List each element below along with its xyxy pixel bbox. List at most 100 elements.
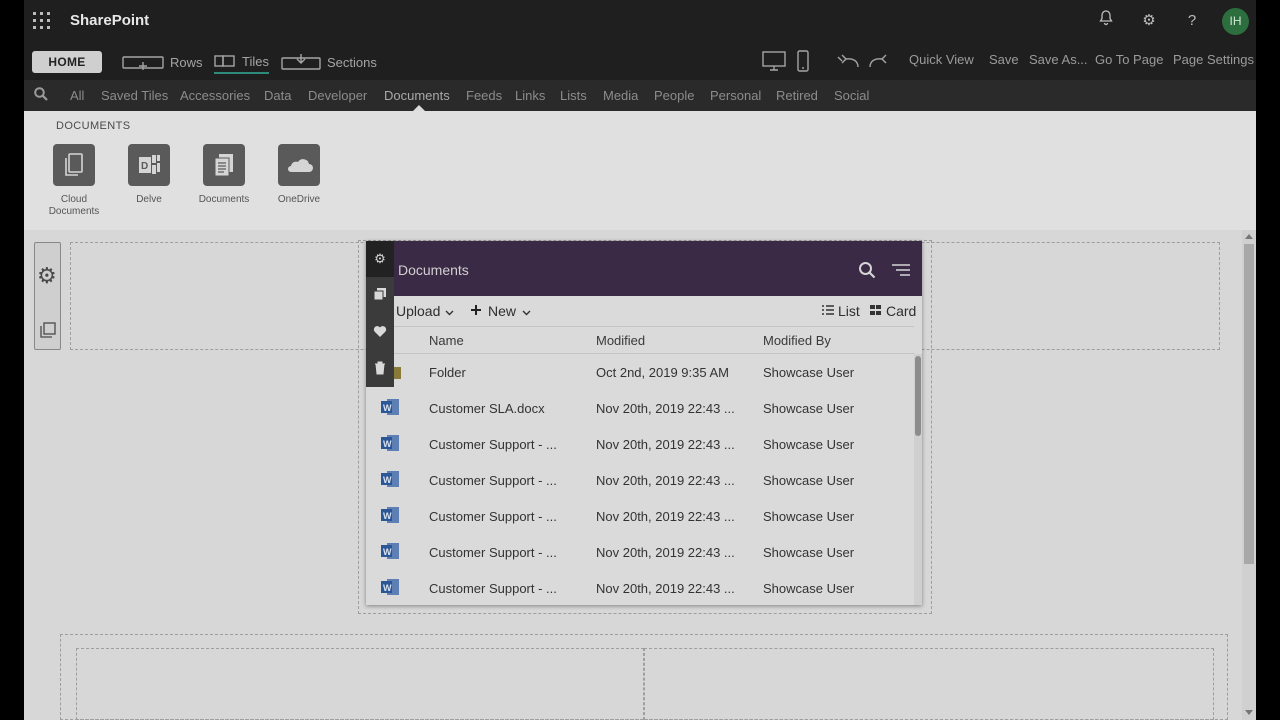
file-modified-by: Showcase User: [763, 581, 855, 596]
file-modified-by: Showcase User: [763, 437, 855, 452]
go-to-page-button[interactable]: Go To Page: [1095, 52, 1163, 67]
file-name: Customer Support - ...: [429, 581, 557, 596]
tile-toolbar: ⚙: [366, 241, 394, 387]
card-label: Card: [886, 303, 917, 319]
mobile-view-icon[interactable]: [796, 49, 810, 73]
list-label: List: [838, 303, 860, 319]
save-button[interactable]: Save: [989, 52, 1019, 67]
help-icon[interactable]: ?: [1181, 10, 1203, 32]
page-scrollbar-thumb[interactable]: [1244, 244, 1254, 564]
tile-cloud-documents[interactable]: Cloud Documents: [44, 144, 104, 218]
tile-settings-gear-icon[interactable]: ⚙: [372, 251, 388, 267]
tile-label: Documents: [198, 194, 250, 205]
cloud-documents-icon: [53, 144, 95, 186]
word-doc-icon: W: [380, 506, 400, 524]
list-item[interactable]: W Customer Support - ... Nov 20th, 2019 …: [366, 534, 914, 570]
webpart-title: Documents: [398, 262, 469, 278]
list-item[interactable]: W Customer Support - ... Nov 20th, 2019 …: [366, 498, 914, 534]
page-settings-button[interactable]: Page Settings: [1173, 52, 1254, 67]
file-modified-by: Showcase User: [763, 473, 855, 488]
home-button[interactable]: HOME: [32, 51, 102, 73]
file-name: Customer Support - ...: [429, 509, 557, 524]
page-scrollbar[interactable]: [1242, 230, 1256, 720]
save-as-button[interactable]: Save As...: [1029, 52, 1088, 67]
editor-toolbar: HOME Rows Tiles Sections Quick View Save…: [24, 42, 1256, 80]
search-icon[interactable]: [858, 261, 876, 284]
svg-text:W: W: [383, 511, 392, 521]
tile-favorite-heart-icon[interactable]: [372, 325, 388, 341]
top-bar: SharePoint ⚙ ? IH: [24, 0, 1256, 42]
new-button[interactable]: New: [470, 303, 531, 319]
redo-icon[interactable]: [868, 49, 892, 73]
tile-copy-icon[interactable]: [372, 287, 388, 303]
list-item[interactable]: Folder Oct 2nd, 2019 9:35 AM Showcase Us…: [366, 354, 914, 390]
tile-delete-trash-icon[interactable]: [372, 361, 388, 377]
category-lists[interactable]: Lists: [560, 88, 587, 103]
category-accessories[interactable]: Accessories: [180, 88, 250, 103]
tiles-label: Tiles: [242, 53, 269, 69]
section-left[interactable]: [76, 648, 644, 720]
tiles-button[interactable]: Tiles: [214, 50, 269, 74]
undo-icon[interactable]: [836, 49, 860, 73]
word-doc-icon: W: [380, 398, 400, 416]
file-name: Customer SLA.docx: [429, 401, 545, 416]
scroll-up-arrow-icon[interactable]: [1245, 234, 1253, 239]
row-copy-icon[interactable]: [40, 322, 56, 343]
category-media[interactable]: Media: [603, 88, 638, 103]
upload-button[interactable]: Upload: [396, 303, 454, 319]
gear-icon[interactable]: ⚙: [1138, 10, 1160, 32]
category-saved-tiles[interactable]: Saved Tiles: [101, 88, 168, 103]
category-all[interactable]: All: [70, 88, 84, 103]
category-personal[interactable]: Personal: [710, 88, 761, 103]
webpart-header: Documents: [366, 241, 922, 296]
app-window: SharePoint ⚙ ? IH HOME Rows Tiles Sectio…: [24, 0, 1256, 720]
tile-category-bar: All Saved Tiles Accessories Data Develop…: [24, 80, 1256, 111]
row-settings-gear-icon[interactable]: ⚙: [37, 265, 57, 287]
list-item[interactable]: W Customer Support - ... Nov 20th, 2019 …: [366, 570, 914, 605]
documents-webpart: Documents Upload New List Card Name Modi…: [366, 241, 922, 605]
category-data[interactable]: Data: [264, 88, 291, 103]
rows-button[interactable]: Rows: [122, 50, 203, 74]
app-launcher-icon[interactable]: [33, 12, 50, 29]
sort-menu-icon[interactable]: [891, 263, 911, 282]
gallery-title: DOCUMENTS: [56, 120, 131, 132]
column-header-modified[interactable]: Modified: [596, 333, 645, 348]
list-item[interactable]: W Customer SLA.docx Nov 20th, 2019 22:43…: [366, 390, 914, 426]
tile-documents[interactable]: Documents: [194, 144, 254, 206]
sections-button[interactable]: Sections: [281, 50, 377, 74]
card-view-button[interactable]: Card: [869, 303, 916, 319]
bell-icon[interactable]: [1095, 10, 1117, 32]
scroll-down-arrow-icon[interactable]: [1245, 710, 1253, 715]
column-header-name[interactable]: Name: [429, 333, 464, 348]
category-retired[interactable]: Retired: [776, 88, 818, 103]
list-item[interactable]: W Customer Support - ... Nov 20th, 2019 …: [366, 462, 914, 498]
file-name: Customer Support - ...: [429, 473, 557, 488]
desktop-view-icon[interactable]: [762, 49, 786, 73]
category-documents[interactable]: Documents: [384, 88, 450, 103]
section-right[interactable]: [644, 648, 1214, 720]
new-label: New: [488, 303, 517, 319]
chevron-down-icon: [522, 303, 531, 319]
avatar[interactable]: IH: [1222, 8, 1249, 35]
category-feeds[interactable]: Feeds: [466, 88, 502, 103]
category-links[interactable]: Links: [515, 88, 545, 103]
documents-icon: [203, 144, 245, 186]
list-item[interactable]: W Customer Support - ... Nov 20th, 2019 …: [366, 426, 914, 462]
list-view-button[interactable]: List: [821, 303, 860, 319]
column-header-modified-by[interactable]: Modified By: [763, 333, 831, 348]
webpart-command-bar: Upload New List Card: [366, 296, 922, 326]
category-people[interactable]: People: [654, 88, 694, 103]
search-icon[interactable]: [34, 87, 48, 104]
tile-onedrive[interactable]: OneDrive: [269, 144, 329, 206]
word-doc-icon: W: [380, 578, 400, 596]
category-social[interactable]: Social: [834, 88, 869, 103]
quick-view-button[interactable]: Quick View: [909, 52, 974, 67]
category-developer[interactable]: Developer: [308, 88, 367, 103]
file-name: Customer Support - ...: [429, 437, 557, 452]
file-modified-by: Showcase User: [763, 545, 855, 560]
file-list-scrollbar[interactable]: [914, 354, 922, 605]
tile-label: Cloud Documents: [48, 194, 100, 217]
tile-delve[interactable]: D Delve: [119, 144, 179, 206]
tile-gallery: DOCUMENTS Cloud Documents D Delve Docume…: [24, 111, 1256, 230]
page-canvas: ⚙ Documents Upload New List Card Name Mo…: [24, 230, 1256, 720]
